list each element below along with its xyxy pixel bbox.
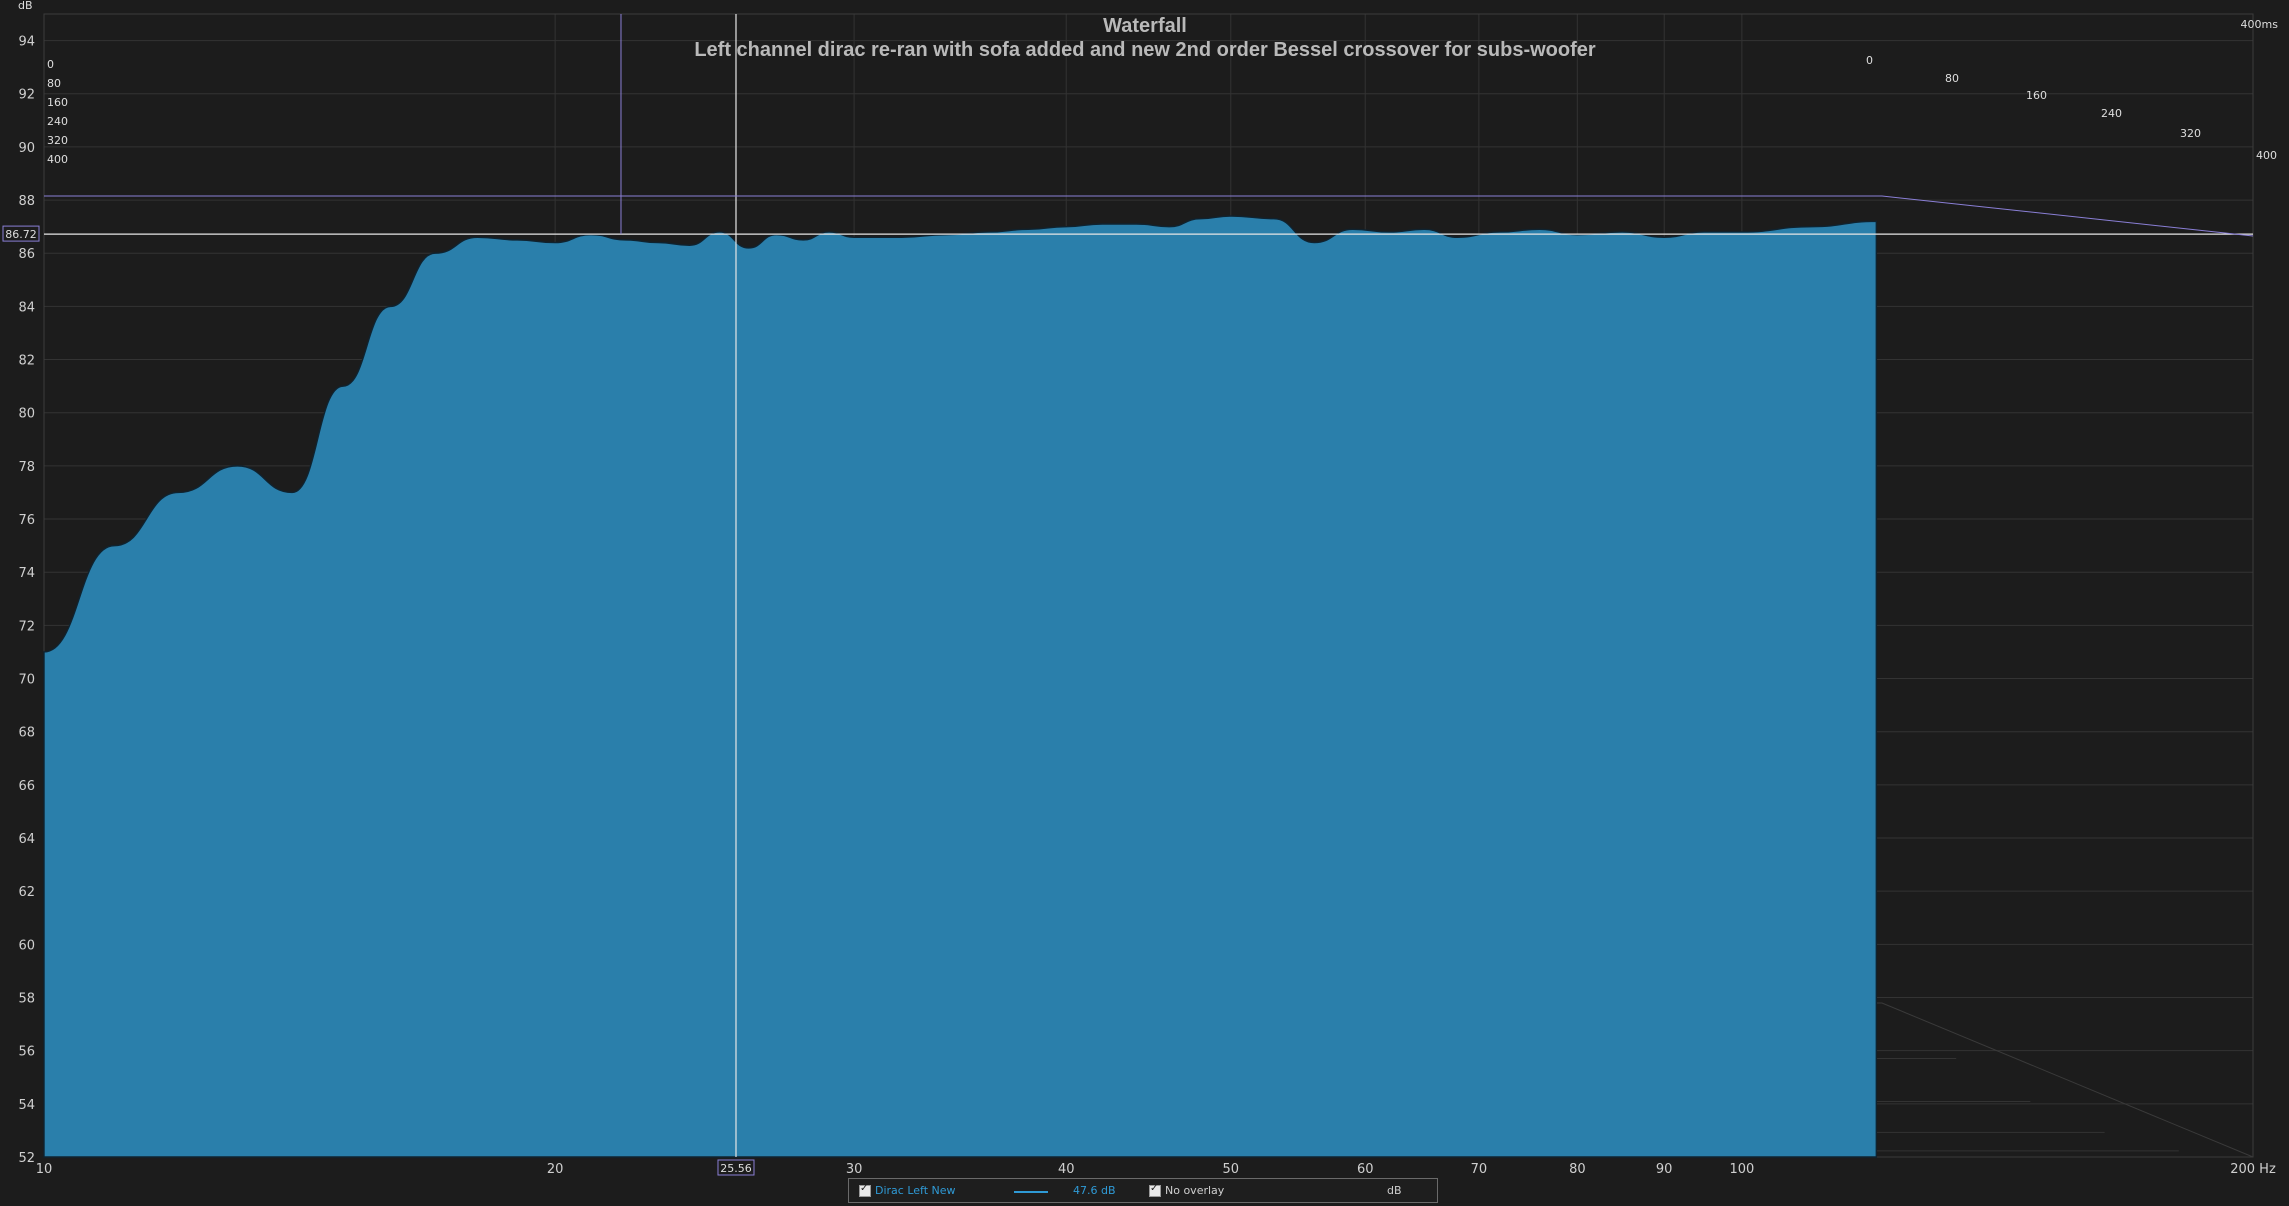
time-tick-left: 160	[47, 96, 68, 109]
time-tick-left: 240	[47, 115, 68, 128]
y-tick-label: 52	[18, 1151, 35, 1166]
y-unit-label: dB	[18, 0, 33, 12]
y-tick-label: 70	[18, 673, 35, 688]
overlay-checkbox[interactable]	[1149, 1183, 1161, 1197]
y-tick-label: 68	[18, 726, 35, 741]
legend-series-label: Dirac Left New	[875, 1184, 956, 1197]
x-tick-label: 50	[1222, 1162, 1239, 1177]
x-tick-label: 90	[1656, 1162, 1673, 1177]
time-tick-right: 320	[2180, 127, 2201, 140]
x-tick-label: 10	[36, 1162, 53, 1177]
y-tick-label: 78	[18, 460, 35, 475]
y-tick-label: 94	[18, 35, 35, 50]
time-tick-right: 80	[1945, 72, 1959, 85]
time-tick-right: 160	[2026, 89, 2047, 102]
x-tick-label: 100	[1729, 1162, 1754, 1177]
x-tick-label: 70	[1471, 1162, 1488, 1177]
legend-level: 47.6 dB	[1073, 1184, 1116, 1197]
time-tick-left: 400	[47, 153, 68, 166]
y-tick-label: 54	[18, 1098, 35, 1113]
y-tick-label: 88	[18, 194, 35, 209]
y-tick-label: 84	[18, 300, 35, 315]
y-tick-label: 92	[18, 88, 35, 103]
x-tick-label: 20	[547, 1162, 564, 1177]
y-tick-label: 60	[18, 938, 35, 953]
legend-series-swatch	[1014, 1191, 1048, 1193]
time-tick-left: 80	[47, 77, 61, 90]
chart-subtitle: Left channel dirac re-ran with sofa adde…	[694, 39, 1596, 61]
time-max-label: 400ms	[2241, 18, 2279, 31]
waterfall-chart: 86.72 25.56 52 54 56 58 60 62 64 66 68 70 72 74 76 78 8…	[0, 0, 2289, 1206]
legend-series-toggle[interactable]: Dirac Left New	[859, 1183, 956, 1197]
legend-bar: Dirac Left New 47.6 dB No overlay dB	[848, 1178, 1438, 1203]
y-tick-label: 76	[18, 513, 35, 528]
y-tick-label: 86	[18, 247, 35, 262]
series-checkbox[interactable]	[859, 1183, 871, 1197]
cursor-x-value: 25.56	[720, 1162, 752, 1175]
y-tick-label: 56	[18, 1045, 35, 1060]
y-tick-label: 62	[18, 885, 35, 900]
x-tick-label: 60	[1357, 1162, 1374, 1177]
y-tick-label: 64	[18, 832, 35, 847]
y-tick-label: 80	[18, 407, 35, 422]
overlay-label: No overlay	[1165, 1184, 1225, 1197]
chart-title: Waterfall	[1103, 15, 1187, 37]
y-tick-label: 58	[18, 992, 35, 1007]
y-tick-label: 72	[18, 619, 35, 634]
x-tick-label: 30	[846, 1162, 863, 1177]
y-tick-label: 74	[18, 566, 35, 581]
time-tick-right: 0	[1866, 54, 1873, 67]
y-tick-label: 82	[18, 354, 35, 369]
y-tick-label: 66	[18, 779, 35, 794]
y-tick-label: 90	[18, 141, 35, 156]
time-tick-right: 400	[2256, 149, 2277, 162]
x-tick-label: 40	[1058, 1162, 1075, 1177]
cursor-y-value: 86.72	[5, 228, 37, 241]
time-tick-left: 0	[47, 58, 54, 71]
overlay-toggle[interactable]: No overlay	[1149, 1183, 1225, 1197]
time-tick-left: 320	[47, 134, 68, 147]
x-tick-label: 200 Hz	[2230, 1162, 2276, 1177]
x-tick-label: 80	[1569, 1162, 1586, 1177]
time-tick-right: 240	[2101, 107, 2122, 120]
legend-unit: dB	[1387, 1184, 1402, 1197]
